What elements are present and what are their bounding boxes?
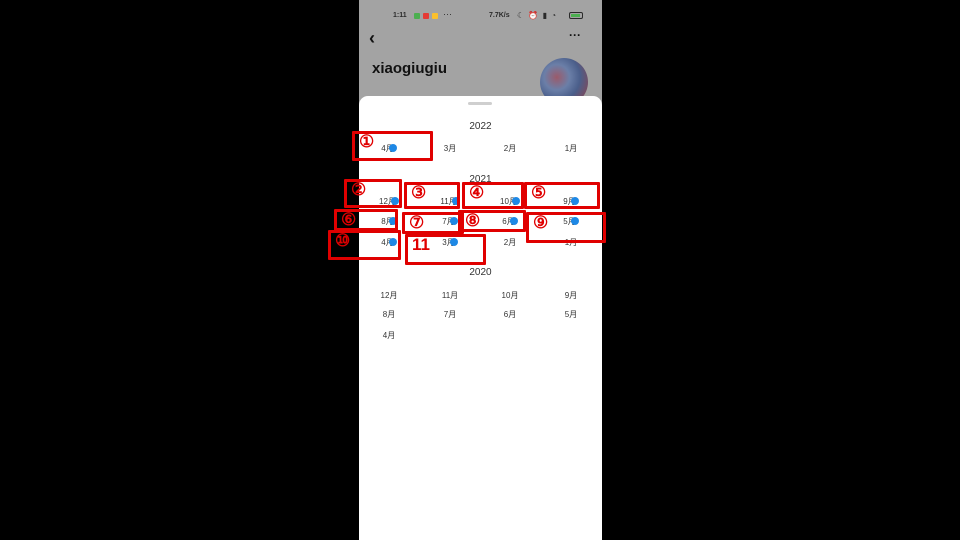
year-heading: 2020 xyxy=(469,267,492,278)
wechat-notification-icon xyxy=(414,13,420,19)
status-icons: ☾ ⏰ ▮ ◔ xyxy=(517,11,558,20)
status-time: 1:11 xyxy=(393,12,407,19)
month-2020-8[interactable]: 8月 xyxy=(359,309,419,320)
month-2022-2[interactable]: 2月 xyxy=(480,143,540,154)
annotation-box-11: 11 xyxy=(405,234,486,265)
annotation-box-2: ② xyxy=(344,179,402,208)
month-2020-12[interactable]: 12月 xyxy=(359,290,419,301)
month-2020-7[interactable]: 7月 xyxy=(420,309,480,320)
annotation-box-7: ⑦ xyxy=(402,212,464,234)
profile-username: xiaogiugiu xyxy=(372,60,447,77)
back-icon[interactable]: ‹ xyxy=(369,28,375,49)
month-2020-4[interactable]: 4月 xyxy=(359,330,419,341)
app-notification-icon-2 xyxy=(432,13,438,19)
month-2020-10[interactable]: 10月 xyxy=(480,290,540,301)
month-2022-1[interactable]: 1月 xyxy=(541,143,601,154)
month-2020-5[interactable]: 5月 xyxy=(541,309,601,320)
annotation-box-4: ④ xyxy=(462,182,524,209)
annotation-box-6: ⑥ xyxy=(334,209,398,231)
annotation-box-1: ① xyxy=(352,131,433,161)
more-options-icon[interactable]: ··· xyxy=(569,28,581,42)
drag-handle[interactable] xyxy=(468,102,492,105)
more-notifications-icon: ··· xyxy=(443,9,452,19)
app-notification-icon xyxy=(423,13,429,19)
annotation-box-9: ⑨ xyxy=(526,212,606,243)
month-2020-11[interactable]: 11月 xyxy=(420,290,480,301)
annotation-box-10: ⑩ xyxy=(328,230,401,260)
month-picker-sheet: 2022 4月 3月 2月 1月 2021 12月 11月 10月 9月 8月 … xyxy=(359,96,602,540)
annotation-box-5: ⑤ xyxy=(524,182,600,209)
network-speed: 7.7K/s xyxy=(489,12,510,19)
annotation-box-8: ⑧ xyxy=(458,210,526,232)
month-2020-6[interactable]: 6月 xyxy=(480,309,540,320)
battery-icon xyxy=(569,12,583,19)
annotation-box-3: ③ xyxy=(404,182,460,209)
phone-screen: 1:11 ··· 7.7K/s ☾ ⏰ ▮ ◔ ‹ ··· xiaogiugiu… xyxy=(359,0,602,540)
month-2020-9[interactable]: 9月 xyxy=(541,290,601,301)
status-bar: 1:11 ··· 7.7K/s ☾ ⏰ ▮ ◔ xyxy=(359,0,602,32)
